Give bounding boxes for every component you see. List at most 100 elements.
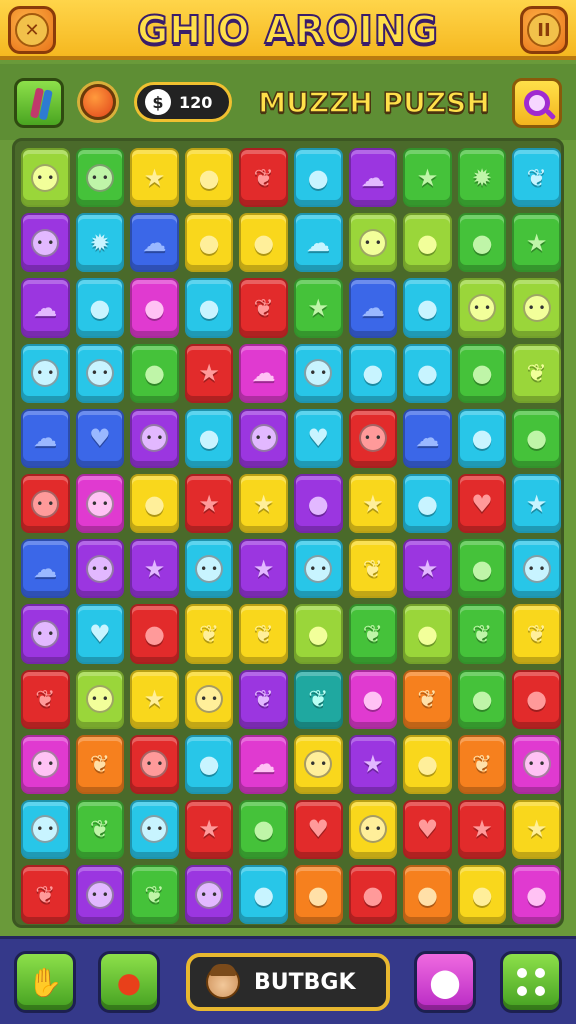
board-tile[interactable]: • • xyxy=(239,408,288,468)
board-tile[interactable]: ☁ xyxy=(293,213,343,273)
hand-button[interactable]: ✋ xyxy=(14,951,76,1013)
board-tile[interactable]: ☁ xyxy=(21,408,70,468)
board-tile[interactable]: • • xyxy=(512,539,561,599)
board-tile[interactable]: ● xyxy=(403,865,452,925)
board-tile[interactable]: ● xyxy=(348,865,398,925)
board-tile[interactable]: ☁ xyxy=(403,408,452,468)
board-tile[interactable]: ❦ xyxy=(457,734,507,794)
board-tile[interactable]: • • xyxy=(75,865,125,925)
board-tile[interactable]: ★ xyxy=(239,539,288,599)
board-tile[interactable]: ❦ xyxy=(512,343,561,403)
board-tile[interactable]: ☁ xyxy=(21,539,70,599)
board-tile[interactable]: • • xyxy=(457,278,507,338)
location-button[interactable]: ⬤ xyxy=(414,951,476,1013)
board-tile[interactable]: ● xyxy=(512,408,561,468)
board-tile[interactable]: ❦ xyxy=(21,669,70,729)
board-tile[interactable]: ● xyxy=(512,865,561,925)
board-tile[interactable]: ● xyxy=(239,865,288,925)
board-tile[interactable]: ❦ xyxy=(512,148,561,208)
board-tile[interactable]: • • xyxy=(75,343,125,403)
board-tile[interactable]: ★ xyxy=(184,473,234,534)
board-tile[interactable]: ❦ xyxy=(21,865,70,925)
board-tile[interactable]: • • xyxy=(130,799,179,860)
board-tile[interactable]: ★ xyxy=(512,213,561,273)
board-tile[interactable]: • • xyxy=(21,473,70,534)
board-tile[interactable]: • • xyxy=(21,343,70,403)
board-tile[interactable]: ● xyxy=(457,408,507,468)
board-tile[interactable]: • • xyxy=(293,734,343,794)
board-tile[interactable]: • • xyxy=(130,408,179,468)
pencil-button[interactable] xyxy=(14,78,64,128)
board-tile[interactable]: ★ xyxy=(184,799,234,860)
board-tile[interactable]: ● xyxy=(457,669,507,729)
board-tile[interactable]: • • xyxy=(293,343,343,403)
board-tile[interactable]: • • xyxy=(21,734,70,794)
board-tile[interactable]: ❦ xyxy=(184,604,234,664)
board-tile[interactable]: ❦ xyxy=(75,799,125,860)
board-tile[interactable]: ● xyxy=(403,343,452,403)
board-tile[interactable]: ☁ xyxy=(239,734,288,794)
board-tile[interactable]: ♥ xyxy=(403,799,452,860)
pause-button[interactable]: II xyxy=(520,6,568,54)
board-tile[interactable]: ● xyxy=(512,669,561,729)
board-tile[interactable]: • • xyxy=(293,539,343,599)
board-tile[interactable]: ● xyxy=(348,669,398,729)
board-tile[interactable]: • • xyxy=(512,278,561,338)
board-tile[interactable]: • • xyxy=(512,734,561,794)
board-tile[interactable]: ● xyxy=(403,278,452,338)
board-tile[interactable]: ● xyxy=(239,213,288,273)
board-tile[interactable]: ❦ xyxy=(403,669,452,729)
board-tile[interactable]: ★ xyxy=(403,148,452,208)
board-tile[interactable]: • • xyxy=(348,408,398,468)
board-tile[interactable]: ★ xyxy=(348,473,398,534)
board-tile[interactable]: ❦ xyxy=(239,604,288,664)
board-tile[interactable]: ● xyxy=(184,278,234,338)
board-tile[interactable]: ❦ xyxy=(348,604,398,664)
board-tile[interactable]: ● xyxy=(130,473,179,534)
chat-button[interactable]: ● xyxy=(98,951,160,1013)
board-tile[interactable]: ★ xyxy=(293,278,343,338)
board-tile[interactable]: ★ xyxy=(348,734,398,794)
board-tile[interactable]: ● xyxy=(348,343,398,403)
board-tile[interactable]: ● xyxy=(403,604,452,664)
close-button[interactable]: ✕ xyxy=(8,6,56,54)
board-tile[interactable]: ● xyxy=(403,473,452,534)
board-tile[interactable]: ● xyxy=(184,148,234,208)
board-tile[interactable]: ❦ xyxy=(130,865,179,925)
board-tile[interactable]: • • xyxy=(348,799,398,860)
board-tile[interactable]: ● xyxy=(403,213,452,273)
board-tile[interactable]: ❦ xyxy=(75,734,125,794)
board-tile[interactable]: ♥ xyxy=(457,473,507,534)
board-tile[interactable]: ❦ xyxy=(293,669,343,729)
board-tile[interactable]: ☁ xyxy=(130,213,179,273)
board-tile[interactable]: ☁ xyxy=(21,278,70,338)
board-tile[interactable]: ● xyxy=(130,278,179,338)
board-tile[interactable]: • • xyxy=(21,148,70,208)
board-tile[interactable]: ☁ xyxy=(348,278,398,338)
board-tile[interactable]: ✹ xyxy=(457,148,507,208)
board-tile[interactable]: ● xyxy=(403,734,452,794)
board-tile[interactable]: • • xyxy=(21,213,70,273)
board-tile[interactable]: ❦ xyxy=(239,148,288,208)
board-tile[interactable]: ● xyxy=(293,148,343,208)
board-tile[interactable]: ● xyxy=(130,604,179,664)
board-tile[interactable]: ♥ xyxy=(75,408,125,468)
board-tile[interactable]: • • xyxy=(75,148,125,208)
board-tile[interactable]: ● xyxy=(293,473,343,534)
board-tile[interactable]: ★ xyxy=(184,343,234,403)
board-tile[interactable]: • • xyxy=(184,865,234,925)
board-tile[interactable]: • • xyxy=(130,734,179,794)
board-tile[interactable]: • • xyxy=(184,669,234,729)
board-tile[interactable]: • • xyxy=(75,473,125,534)
board-tile[interactable]: ● xyxy=(184,213,234,273)
board-tile[interactable]: ● xyxy=(184,408,234,468)
board-tile[interactable]: • • xyxy=(21,604,70,664)
board-tile[interactable]: ● xyxy=(239,799,288,860)
board-tile[interactable]: • • xyxy=(21,799,70,860)
board-tile[interactable]: ☁ xyxy=(348,148,398,208)
board-tile[interactable]: ● xyxy=(130,343,179,403)
board-tile[interactable]: ● xyxy=(184,734,234,794)
board-tile[interactable]: ● xyxy=(457,865,507,925)
board-tile[interactable]: ♥ xyxy=(75,604,125,664)
search-button[interactable] xyxy=(512,78,562,128)
